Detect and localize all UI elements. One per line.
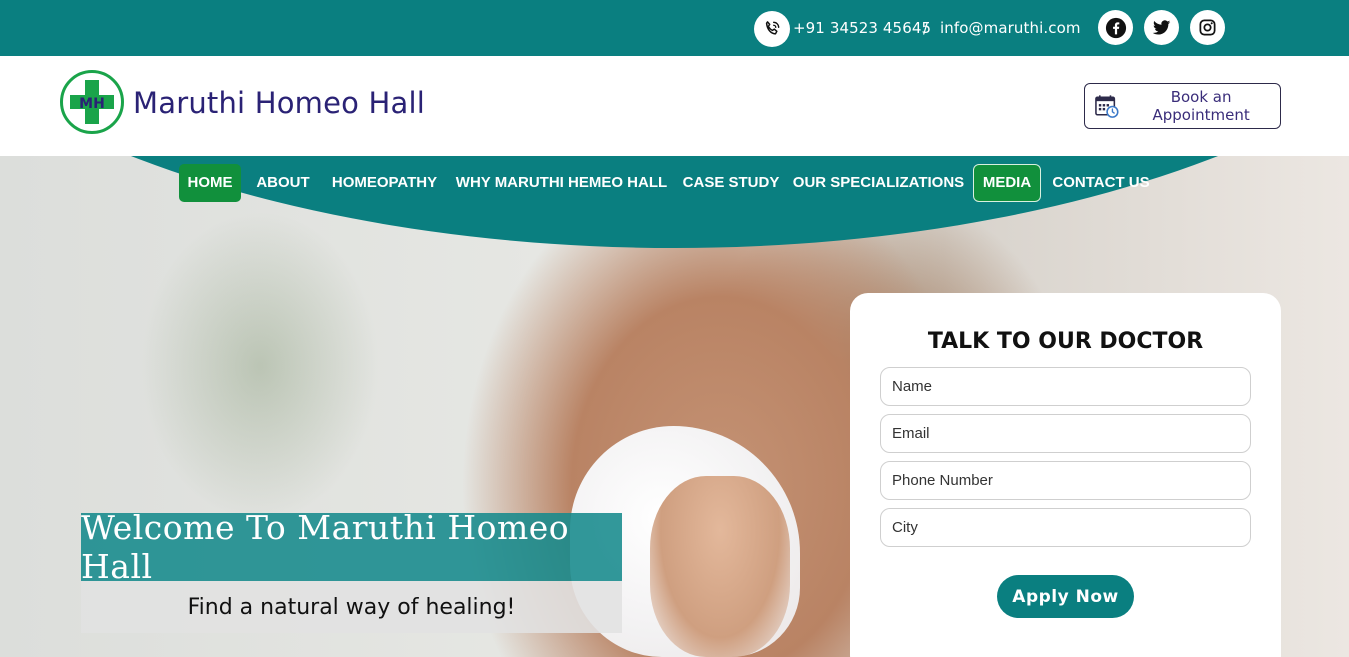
nav-homeopathy[interactable]: HOMEOPATHY — [327, 164, 442, 202]
brand-name[interactable]: Maruthi Homeo Hall — [133, 86, 425, 120]
nav-contact-us[interactable]: CONTACT US — [1049, 164, 1153, 202]
book-appointment-label: Book an Appointment — [1152, 88, 1250, 124]
nav-media[interactable]: MEDIA — [973, 164, 1041, 202]
talk-to-doctor-form: TALK TO OUR DOCTOR Apply Now — [850, 293, 1281, 657]
hero-tagline: Find a natural way of healing! — [81, 581, 622, 633]
calendar-clock-icon — [1095, 95, 1119, 118]
phone-field[interactable] — [880, 461, 1251, 500]
apply-now-button[interactable]: Apply Now — [997, 575, 1134, 618]
contact-separator: / — [923, 19, 929, 37]
twitter-icon[interactable] — [1144, 10, 1179, 45]
email-field[interactable] — [880, 414, 1251, 453]
nav-our-specializations[interactable]: OUR SPECIALIZATIONS — [792, 164, 965, 202]
medical-cross-icon: MH — [70, 80, 114, 124]
name-field[interactable] — [880, 367, 1251, 406]
email-link[interactable]: info@maruthi.com — [940, 19, 1081, 37]
phone-number[interactable]: +91 34523 45645 — [793, 19, 931, 37]
hero-photo-hand — [650, 476, 790, 657]
main-nav: HOME ABOUT HOMEOPATHY WHY MARUTHI HEMEO … — [0, 164, 1349, 204]
logo[interactable]: MH — [60, 70, 124, 134]
nav-about[interactable]: ABOUT — [251, 164, 315, 202]
instagram-icon[interactable] — [1190, 10, 1225, 45]
svg-text:MH: MH — [79, 96, 105, 112]
city-field[interactable] — [880, 508, 1251, 547]
nav-case-study[interactable]: CASE STUDY — [680, 164, 782, 202]
hero-section: HOME ABOUT HOMEOPATHY WHY MARUTHI HEMEO … — [0, 156, 1349, 657]
site-header: MH Maruthi Homeo Hall Book an Appointmen… — [0, 56, 1349, 156]
top-contact-bar: +91 34523 45645 / info@maruthi.com — [0, 0, 1349, 56]
nav-home[interactable]: HOME — [179, 164, 241, 202]
facebook-icon[interactable] — [1098, 10, 1133, 45]
form-title: TALK TO OUR DOCTOR — [927, 329, 1204, 354]
book-appointment-button[interactable]: Book an Appointment — [1084, 83, 1281, 129]
hero-welcome-heading: Welcome To Maruthi Homeo Hall — [81, 508, 622, 586]
phone-icon[interactable] — [754, 11, 790, 47]
nav-why-maruthi[interactable]: WHY MARUTHI HEMEO HALL — [453, 164, 670, 202]
